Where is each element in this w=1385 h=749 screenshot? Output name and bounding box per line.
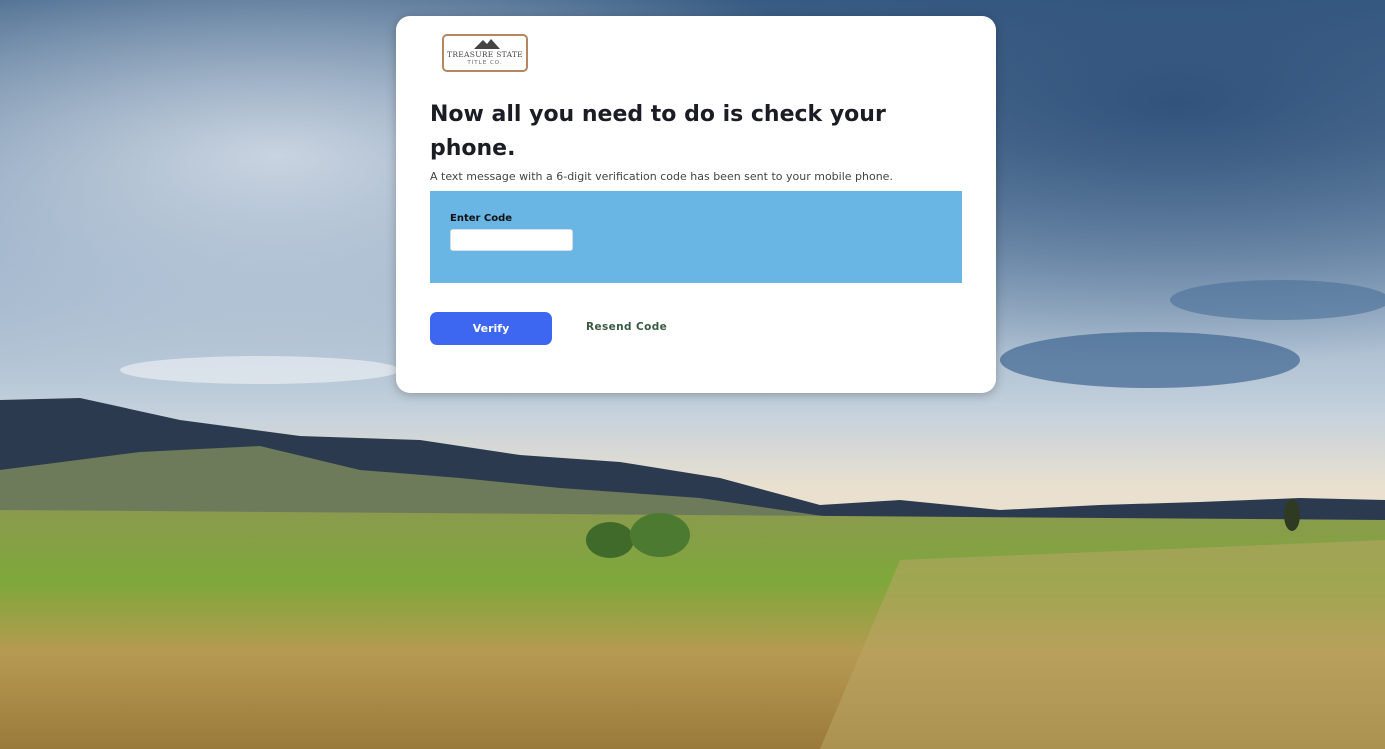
resend-code-link[interactable]: Resend Code — [586, 321, 667, 333]
code-field-label: Enter Code — [450, 213, 513, 224]
verification-card: TREASURE STATE TITLE CO. Now all you nee… — [396, 16, 996, 393]
code-entry-panel: Enter Code — [430, 191, 962, 283]
code-input[interactable] — [450, 229, 573, 251]
logo-subtitle: TITLE CO. — [467, 60, 503, 66]
logo-name: TREASURE STATE — [447, 50, 523, 59]
company-logo: TREASURE STATE TITLE CO. — [442, 34, 528, 72]
page-title: Now all you need to do is check your pho… — [430, 102, 886, 161]
mountain-icon — [474, 39, 500, 49]
instruction-text: A text message with a 6-digit verificati… — [430, 170, 893, 183]
verify-button[interactable]: Verify — [430, 312, 552, 345]
